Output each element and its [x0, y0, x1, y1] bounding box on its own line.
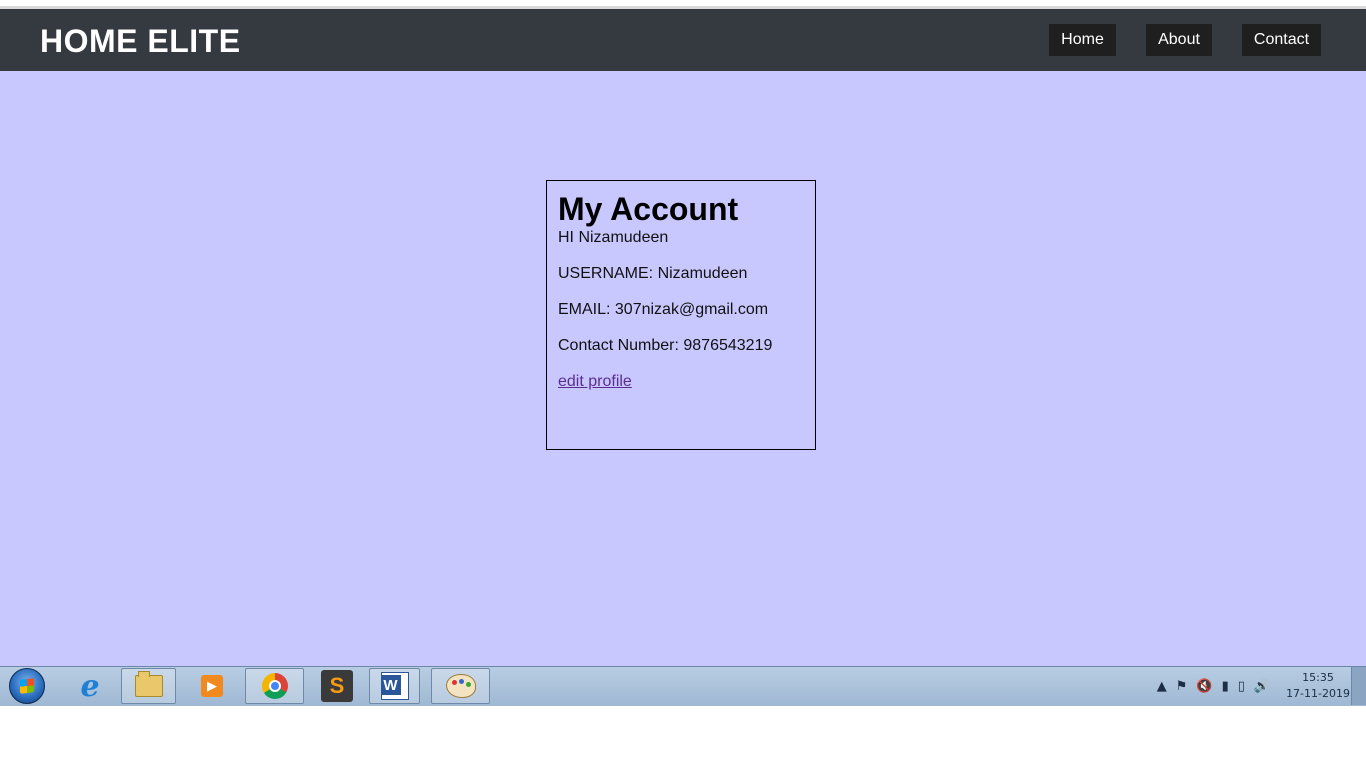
windows-explorer-icon [134, 671, 163, 697]
internet-explorer-button[interactable]: e [68, 668, 112, 704]
username-text: USERNAME: Nizamudeen [558, 265, 748, 282]
account-card: My Account HI Nizamudeen USERNAME: Nizam… [546, 180, 816, 450]
site-brand[interactable]: HOME ELITE [40, 23, 241, 60]
browser-chrome-strip [0, 0, 1366, 9]
nav-home-button[interactable]: Home [1049, 24, 1116, 56]
clock-time: 15:35 [1302, 671, 1334, 684]
paint-icon [445, 674, 476, 698]
internet-explorer-icon: e [80, 668, 100, 704]
nav-about-button[interactable]: About [1146, 24, 1212, 56]
action-center-icon[interactable]: ⚑ [1176, 679, 1188, 694]
clock-date: 17-11-2019 [1286, 687, 1350, 700]
chrome-button[interactable] [245, 668, 304, 704]
show-desktop-button[interactable] [1351, 667, 1366, 705]
word-button[interactable]: W [369, 668, 420, 704]
account-title: My Account [558, 191, 739, 227]
network-signal-icon[interactable]: ▮ [1222, 679, 1229, 694]
paint-button[interactable] [431, 668, 490, 704]
show-hidden-icons-icon[interactable]: ▲ [1157, 679, 1167, 694]
taskbar-clock[interactable]: 15:35 17-11-2019 [1286, 670, 1350, 702]
contact-number-text: Contact Number: 9876543219 [558, 337, 773, 354]
greeting-text: HI Nizamudeen [558, 229, 669, 246]
system-tray: ▲ ⚑ 🔇 ▮ ▯ 🔊 15:35 17-11-2019 [1148, 667, 1350, 705]
sublime-text-button[interactable]: S [317, 668, 357, 704]
page-content: My Account HI Nizamudeen USERNAME: Nizam… [0, 71, 1366, 666]
start-button[interactable] [4, 668, 50, 704]
word-icon: W [380, 672, 409, 700]
windows-explorer-button[interactable] [121, 668, 176, 704]
speaker-muted-icon[interactable]: 🔇 [1196, 679, 1212, 694]
site-header: HOME ELITE Home About Contact [0, 9, 1366, 71]
nav-contact-button[interactable]: Contact [1242, 24, 1321, 56]
edit-profile-link[interactable]: edit profile [558, 373, 632, 391]
media-player-icon: ▶ [201, 675, 223, 697]
battery-icon[interactable]: ▯ [1238, 679, 1245, 694]
sublime-text-icon: S [321, 670, 353, 702]
media-player-button[interactable]: ▶ [190, 668, 234, 704]
email-text: EMAIL: 307nizak@gmail.com [558, 301, 769, 318]
volume-icon[interactable]: 🔊 [1254, 679, 1270, 694]
start-orb-icon [9, 668, 45, 704]
blank-area [0, 706, 1366, 768]
windows-taskbar: e ▶ S W ▲ ⚑ 🔇 ▮ ▯ 🔊 15:35 17-11-2019 [0, 666, 1366, 706]
chrome-icon [261, 673, 288, 699]
